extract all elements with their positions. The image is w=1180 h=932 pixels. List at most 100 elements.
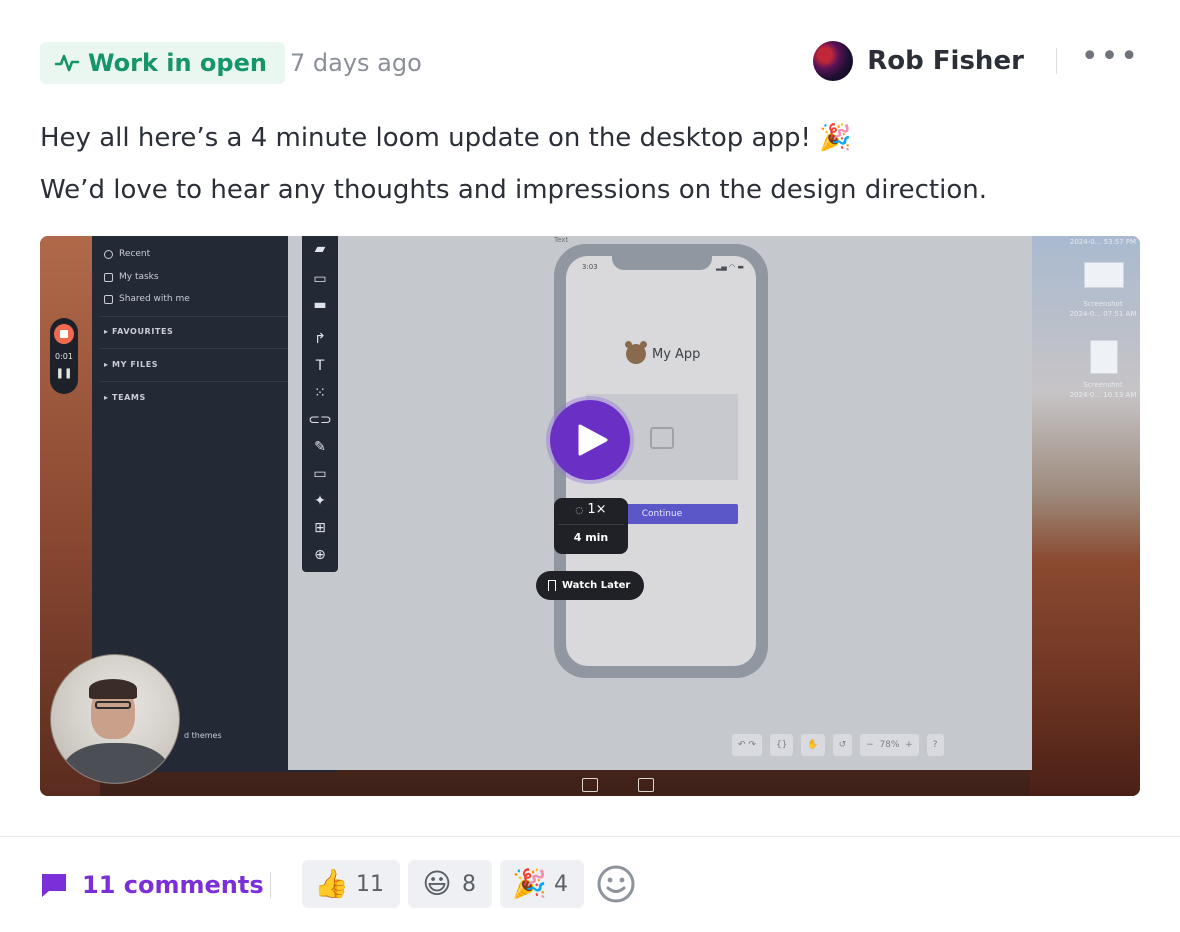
component-icon: ▬: [313, 297, 327, 313]
badge-label: Work in open: [88, 49, 267, 77]
comment-icon: [40, 872, 68, 898]
layout-icon: ⊞: [314, 520, 326, 536]
speed-icon: ◌: [575, 506, 584, 516]
help-icon: ?: [926, 734, 944, 756]
phone-status-time: 3:03: [582, 263, 598, 271]
reaction-thumbs-up[interactable]: 👍 11: [302, 860, 400, 908]
watch-later-label: Watch Later: [562, 580, 631, 591]
speed-label: 1×: [587, 502, 607, 517]
presenter-body: [63, 743, 169, 783]
text-icon: T: [315, 358, 325, 374]
reaction-count: 8: [462, 871, 476, 897]
post-header: Work in open 7 days ago Rob Fisher •••: [40, 40, 1140, 86]
grid-icon: ⁙: [314, 385, 326, 401]
pencil-icon: ✎: [314, 439, 326, 455]
stop-record-icon: [54, 324, 74, 344]
devices-icon: ▭: [313, 271, 327, 287]
add-icon: ⊕: [314, 547, 326, 563]
sidebar-divider: [100, 316, 288, 317]
playback-info[interactable]: ◌ 1× 4 min: [554, 498, 628, 554]
sidebar-section-favourites: ▸ FAVOURITES: [104, 327, 174, 336]
sidebar-item-my-tasks: My tasks: [104, 272, 159, 282]
desktop-file-date: 2024-0... 53.57 PM: [1069, 238, 1137, 246]
undo-redo-icon: ↶ ↷: [732, 734, 762, 756]
reaction-smiley[interactable]: 😃 8: [408, 860, 492, 908]
sidebar-item-label: Shared with me: [119, 294, 190, 304]
pause-icon: ❚❚: [55, 368, 73, 379]
phone-status-icons: ▂▄ ◠ ▬: [716, 263, 744, 271]
sticky-note-icon: ▰: [314, 241, 326, 257]
sidebar-footer-text: d themes: [184, 731, 222, 740]
comments-link[interactable]: 11 comments: [40, 866, 264, 904]
reaction-party[interactable]: 🎉 4: [500, 860, 584, 908]
design-toolbar: ▰ ▭ ▬ ↱ T ⁙ ⊂⊃ ✎ ▭ ✦ ⊞ ⊕: [302, 236, 338, 572]
desktop-file-name: Screenshot: [1083, 300, 1123, 308]
header-divider: [1055, 48, 1057, 74]
author-name[interactable]: Rob Fisher: [867, 46, 1024, 76]
comment-bubble-icon: [582, 778, 598, 792]
desktop-file-date: 2024-0... 07.51 AM: [1069, 310, 1137, 318]
more-dots-icon[interactable]: •••: [1081, 42, 1140, 72]
reaction-count: 4: [554, 871, 568, 897]
post-message: Hey all here’s a 4 minute loom update on…: [40, 118, 1140, 210]
reaction-count: 11: [356, 871, 384, 897]
playback-divider: [558, 524, 624, 525]
loom-video-player[interactable]: 2024-0... 53.57 PM Screenshot 2024-0... …: [40, 236, 1140, 796]
record-time: 0:01: [55, 352, 73, 361]
section-label: TEAMS: [112, 393, 146, 402]
frame-icon: ▭: [313, 466, 327, 482]
desktop-file-date: 2024-0... 10.13 AM: [1069, 391, 1137, 399]
bookmark-icon: [548, 580, 556, 591]
duration-label: 4 min: [573, 531, 609, 544]
work-in-open-badge[interactable]: Work in open: [40, 42, 285, 84]
link-icon: ⊂⊃: [308, 412, 332, 428]
history-icon: ↺: [832, 734, 853, 756]
add-reaction-button[interactable]: [592, 860, 640, 908]
app-title: My App: [625, 341, 700, 364]
speed-control[interactable]: ◌ 1×: [554, 502, 628, 517]
avatar[interactable]: [813, 41, 854, 81]
phone-notch: [612, 252, 712, 270]
comments-label: 11 comments: [82, 871, 264, 899]
sidebar-item-label: Recent: [119, 249, 151, 259]
presenter-hair: [89, 679, 137, 699]
message-line-2: We’d love to hear any thoughts and impre…: [40, 175, 987, 205]
presenter-webcam: [50, 654, 180, 784]
post-timestamp: 7 days ago: [290, 49, 422, 77]
desktop-file-thumbnail: [1090, 340, 1118, 374]
section-label: MY FILES: [112, 360, 159, 369]
play-button[interactable]: [550, 400, 630, 480]
image-icon: [650, 427, 674, 449]
message-line-1: Hey all here’s a 4 minute loom update on…: [40, 123, 852, 153]
share-icon: [104, 294, 113, 304]
sidebar-item-shared: Shared with me: [104, 294, 190, 304]
comment-bubble-icon: [638, 778, 654, 792]
smiley-icon: 😃: [422, 867, 452, 900]
recording-controls: 0:01 ❚❚: [50, 318, 78, 394]
reactions-bar: 👍 11 😃 8 🎉 4: [302, 860, 640, 908]
footer-divider: [0, 836, 1180, 837]
footer-separator: [270, 872, 271, 898]
bear-icon: [625, 341, 647, 364]
hand-icon: ✋: [801, 734, 825, 756]
sidebar-divider: [100, 381, 288, 382]
presenter-glasses: [95, 701, 131, 709]
canvas-label: Text: [554, 236, 569, 244]
arrow-icon: ↱: [314, 331, 326, 347]
sidebar-item-label: My tasks: [119, 272, 159, 282]
checkbox-icon: [104, 272, 113, 282]
smiley-add-icon: [597, 865, 635, 903]
party-popper-icon: 🎉: [512, 867, 547, 900]
sidebar-section-my-files: ▸ MY FILES: [104, 360, 159, 369]
watch-later-button[interactable]: Watch Later: [536, 571, 645, 600]
canvas-zoom-bar: ↶ ↷ {} ✋ ↺ − 78% + ?: [732, 734, 944, 756]
sidebar-item-recent: Recent: [104, 249, 150, 259]
section-label: FAVOURITES: [112, 327, 174, 336]
desktop-file-name: Screenshot: [1083, 381, 1123, 389]
sidebar-section-teams: ▸ TEAMS: [104, 393, 146, 402]
clock-icon: [104, 249, 113, 259]
sparkle-icon: ✦: [314, 493, 326, 509]
sidebar-divider: [100, 348, 288, 349]
zoom-control: − 78% +: [860, 734, 919, 756]
author-block: Rob Fisher •••: [813, 40, 1140, 82]
